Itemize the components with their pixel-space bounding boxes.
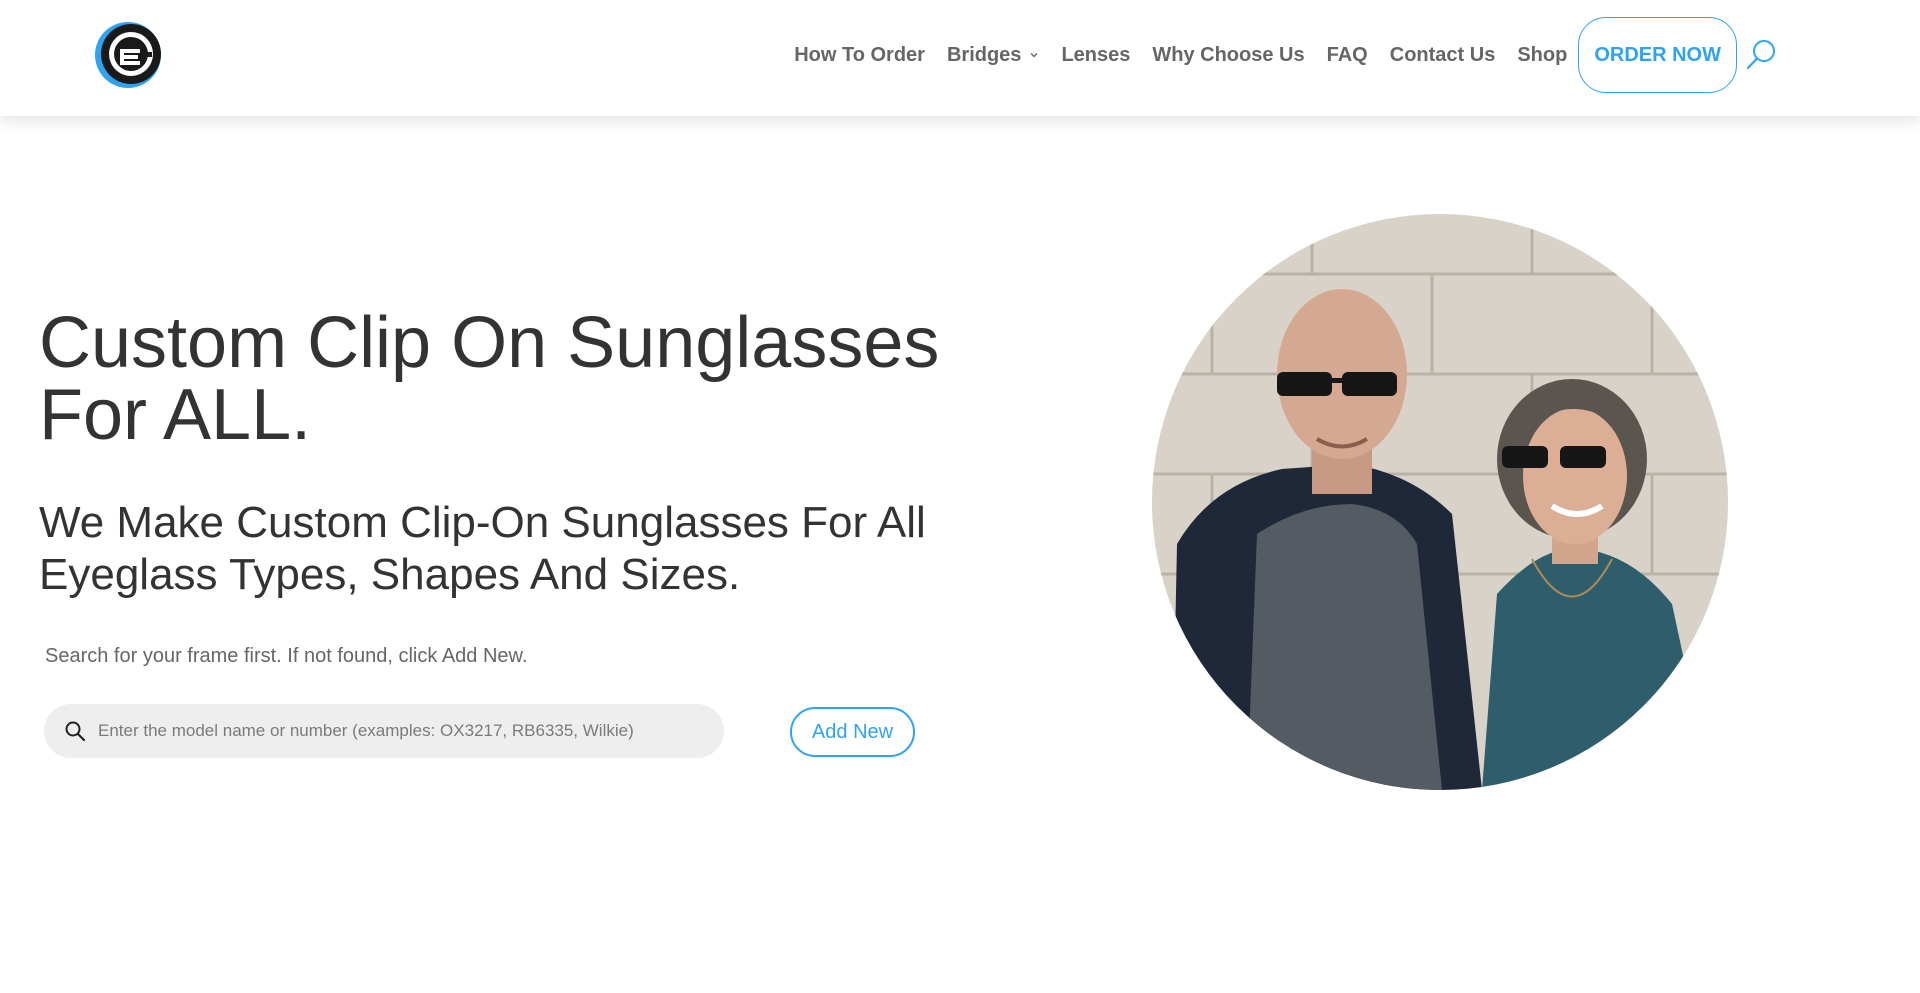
hero-title: Custom Clip On Sunglasses For ALL. [39,303,940,455]
nav-label: Shop [1517,43,1568,66]
nav-why-choose-us[interactable]: Why Choose Us [1152,44,1304,67]
chevron-down-icon [1030,53,1038,58]
site-header: How To Order Bridges Lenses Why Choose U… [0,0,1920,116]
main-nav: How To Order Bridges Lenses Why Choose U… [794,17,1778,93]
nav-label: Lenses [1061,43,1131,66]
nav-contact-us[interactable]: Contact Us [1390,44,1496,67]
search-icon[interactable] [1744,38,1778,72]
magnifier-icon [65,721,86,742]
nav-label: Bridges [946,43,1022,66]
add-new-button[interactable]: Add New [790,707,915,757]
nav-bridges[interactable]: Bridges [947,44,1039,67]
nav-label: Why Choose Us [1152,43,1305,66]
frame-search [44,704,724,758]
nav-lenses[interactable]: Lenses [1061,44,1130,67]
nav-shop[interactable]: Shop [1517,44,1567,67]
order-now-button[interactable]: ORDER NOW [1578,17,1737,93]
customers-photo [1152,214,1728,790]
search-hint: Search for your frame first. If not foun… [45,645,528,667]
ce-logo-icon[interactable] [94,21,162,89]
nav-label: How To Order [794,43,925,66]
hero-subtitle: We Make Custom Clip-On Sunglasses For Al… [39,498,926,599]
nav-label: FAQ [1326,43,1368,66]
nav-label: Contact Us [1389,43,1496,66]
nav-how-to-order[interactable]: How To Order [794,44,925,67]
nav-faq[interactable]: FAQ [1327,44,1368,67]
frame-search-input[interactable] [96,720,696,742]
